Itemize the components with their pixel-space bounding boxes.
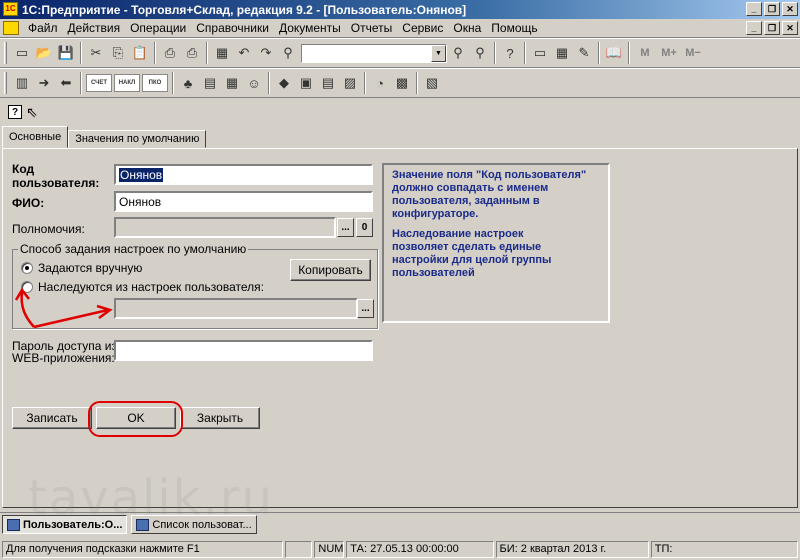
status-spacer [284,540,313,558]
status-ta: ТА: 27.05.13 00:00:00 [346,540,494,558]
window-icon [7,518,20,531]
window-icon [136,518,150,531]
task-user-list[interactable]: Список пользоват... [131,515,257,534]
tab-main[interactable]: Основные [2,126,69,148]
status-bar: Для получения подсказки нажмите F1 NUM Т… [0,538,800,560]
status-bi: БИ: 2 квартал 2013 г. [495,540,649,558]
task-user-form[interactable]: Пользователь:О... [2,515,128,534]
window-taskbar: Пользователь:О... Список пользоват... [0,512,800,536]
status-num: NUM [314,540,345,558]
status-hint: Для получения подсказки нажмите F1 [2,540,283,558]
status-tp: ТП: [650,540,798,558]
